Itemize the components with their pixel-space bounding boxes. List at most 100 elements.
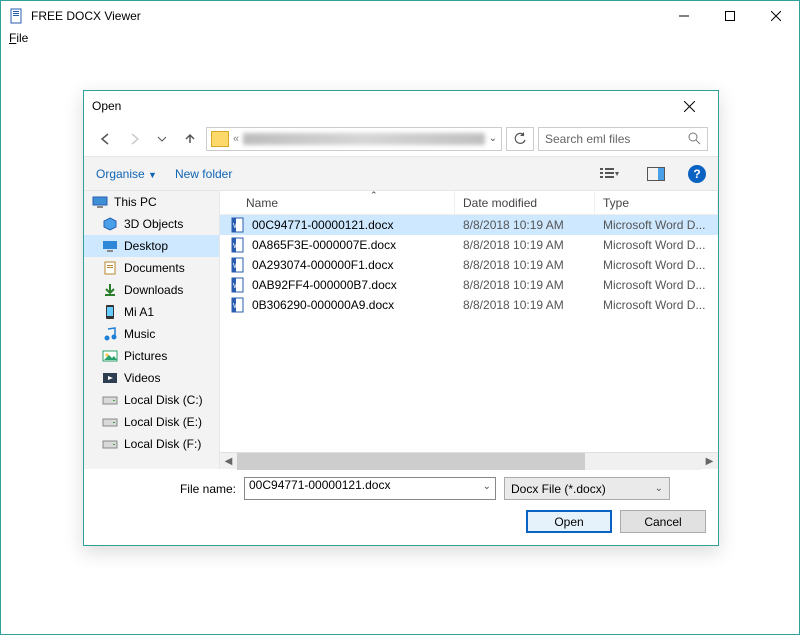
sidebar-item-label: Local Disk (C:): [124, 393, 203, 407]
up-button[interactable]: [178, 127, 202, 151]
recent-dropdown[interactable]: [150, 127, 174, 151]
chevron-down-icon: ⌄: [655, 483, 663, 494]
sidebar-item-label: Downloads: [124, 283, 183, 297]
folder-icon: [102, 326, 118, 342]
menu-file[interactable]: File: [9, 31, 28, 45]
nav-bar: « ⌄ Search eml files: [84, 121, 718, 156]
horizontal-scrollbar[interactable]: ◀ ▶: [220, 452, 718, 469]
file-name-label: File name:: [96, 482, 236, 496]
sidebar-item-music[interactable]: Music: [84, 323, 219, 345]
column-type[interactable]: Type: [595, 191, 718, 214]
help-button[interactable]: ?: [688, 165, 706, 183]
file-row[interactable]: W 00C94771-00000121.docx 8/8/2018 10:19 AM…: [220, 215, 718, 235]
file-name: 0A865F3E-0000007E.docx: [252, 238, 396, 252]
sidebar-item-local-disk-c-[interactable]: Local Disk (C:): [84, 389, 219, 411]
sidebar-item-local-disk-e-[interactable]: Local Disk (E:): [84, 411, 219, 433]
open-button[interactable]: Open: [526, 510, 612, 533]
folder-icon: [102, 304, 118, 320]
sidebar-item-mi-a1[interactable]: Mi A1: [84, 301, 219, 323]
scroll-right-icon[interactable]: ▶: [701, 453, 718, 470]
close-button[interactable]: [753, 1, 799, 31]
sidebar-this-pc[interactable]: This PC: [84, 191, 219, 213]
toolbar: Organise ▼ New folder ?: [84, 156, 718, 191]
menubar: File: [1, 31, 799, 51]
sidebar-item-label: Desktop: [124, 239, 168, 253]
docx-icon: W: [230, 217, 246, 233]
dialog-titlebar: Open: [84, 91, 718, 121]
file-type: Microsoft Word D...: [595, 258, 718, 272]
file-name-input[interactable]: 00C94771-00000121.docx ⌄: [244, 477, 496, 500]
folder-icon: [102, 392, 118, 408]
sidebar-item-local-disk-f-[interactable]: Local Disk (F:): [84, 433, 219, 455]
file-name: 00C94771-00000121.docx: [252, 218, 393, 232]
sidebar-item-label: Documents: [124, 261, 185, 275]
sidebar-item-videos[interactable]: Videos: [84, 367, 219, 389]
minimize-button[interactable]: [661, 1, 707, 31]
search-placeholder: Search eml files: [545, 132, 630, 146]
search-icon: [688, 132, 701, 145]
address-bar[interactable]: « ⌄: [206, 127, 502, 151]
sidebar-item-3d-objects[interactable]: 3D Objects: [84, 213, 219, 235]
file-date: 8/8/2018 10:19 AM: [455, 218, 595, 232]
preview-pane-button[interactable]: [642, 163, 670, 185]
sidebar: This PC 3D Objects Desktop Documents Downlo…: [84, 191, 220, 469]
chevron-down-icon[interactable]: ⌄: [489, 133, 497, 144]
folder-icon: [102, 414, 118, 430]
file-type: Microsoft Word D...: [595, 298, 718, 312]
search-input[interactable]: Search eml files: [538, 127, 708, 151]
svg-text:W: W: [233, 243, 240, 250]
organise-menu[interactable]: Organise ▼: [96, 167, 157, 181]
refresh-button[interactable]: [506, 127, 534, 151]
sidebar-item-label: Local Disk (F:): [124, 437, 201, 451]
column-name[interactable]: Name: [220, 191, 455, 214]
column-headers: ⌃ Name Date modified Type: [220, 191, 718, 215]
maximize-button[interactable]: [707, 1, 753, 31]
cancel-button[interactable]: Cancel: [620, 510, 706, 533]
sidebar-item-downloads[interactable]: Downloads: [84, 279, 219, 301]
chevron-down-icon: ▼: [148, 170, 157, 180]
svg-text:W: W: [233, 283, 240, 290]
folder-icon: [102, 238, 118, 254]
sidebar-item-label: Local Disk (E:): [124, 415, 202, 429]
dialog-close-button[interactable]: [668, 91, 710, 121]
docx-icon: W: [230, 237, 246, 253]
file-type: Microsoft Word D...: [595, 218, 718, 232]
file-row[interactable]: W0AB92FF4-000000B7.docx8/8/2018 10:19 AM…: [220, 275, 718, 295]
sidebar-item-pictures[interactable]: Pictures: [84, 345, 219, 367]
chevron-down-icon[interactable]: ⌄: [483, 481, 491, 492]
sidebar-item-desktop[interactable]: Desktop: [84, 235, 219, 257]
back-button[interactable]: [94, 127, 118, 151]
forward-button[interactable]: [122, 127, 146, 151]
file-row[interactable]: W0A293074-000000F1.docx8/8/2018 10:19 AM…: [220, 255, 718, 275]
scroll-left-icon[interactable]: ◀: [220, 453, 237, 470]
file-type-filter[interactable]: Docx File (*.docx) ⌄: [504, 477, 670, 500]
folder-icon: [102, 348, 118, 364]
sidebar-item-label: Mi A1: [124, 305, 154, 319]
dialog-footer: File name: 00C94771-00000121.docx ⌄ Docx…: [84, 469, 718, 545]
new-folder-button[interactable]: New folder: [175, 167, 232, 181]
sidebar-item-label: 3D Objects: [124, 217, 183, 231]
column-date[interactable]: Date modified: [455, 191, 595, 214]
sidebar-item-label: Videos: [124, 371, 160, 385]
app-titlebar: FREE DOCX Viewer: [1, 1, 799, 31]
file-date: 8/8/2018 10:19 AM: [455, 258, 595, 272]
folder-icon: [102, 260, 118, 276]
svg-text:W: W: [233, 223, 240, 230]
file-date: 8/8/2018 10:19 AM: [455, 238, 595, 252]
file-row[interactable]: W 0A865F3E-0000007E.docx 8/8/2018 10:19 AM…: [220, 235, 718, 255]
docx-icon: W: [230, 257, 246, 273]
file-type: Microsoft Word D...: [595, 278, 718, 292]
app-icon: [9, 8, 25, 24]
app-title: FREE DOCX Viewer: [31, 9, 141, 23]
sidebar-item-label: Music: [124, 327, 155, 341]
sidebar-item-label: Pictures: [124, 349, 167, 363]
file-type: Microsoft Word D...: [595, 238, 718, 252]
file-pane: ⌃ Name Date modified Type W 00C94771-0000…: [220, 191, 718, 469]
file-row[interactable]: W0B306290-000000A9.docx8/8/2018 10:19 AM…: [220, 295, 718, 315]
pc-icon: [92, 194, 108, 210]
view-mode-button[interactable]: [596, 163, 624, 185]
sort-indicator-icon: ⌃: [370, 190, 378, 201]
svg-text:W: W: [233, 263, 240, 270]
sidebar-item-documents[interactable]: Documents: [84, 257, 219, 279]
dialog-title: Open: [92, 99, 121, 113]
